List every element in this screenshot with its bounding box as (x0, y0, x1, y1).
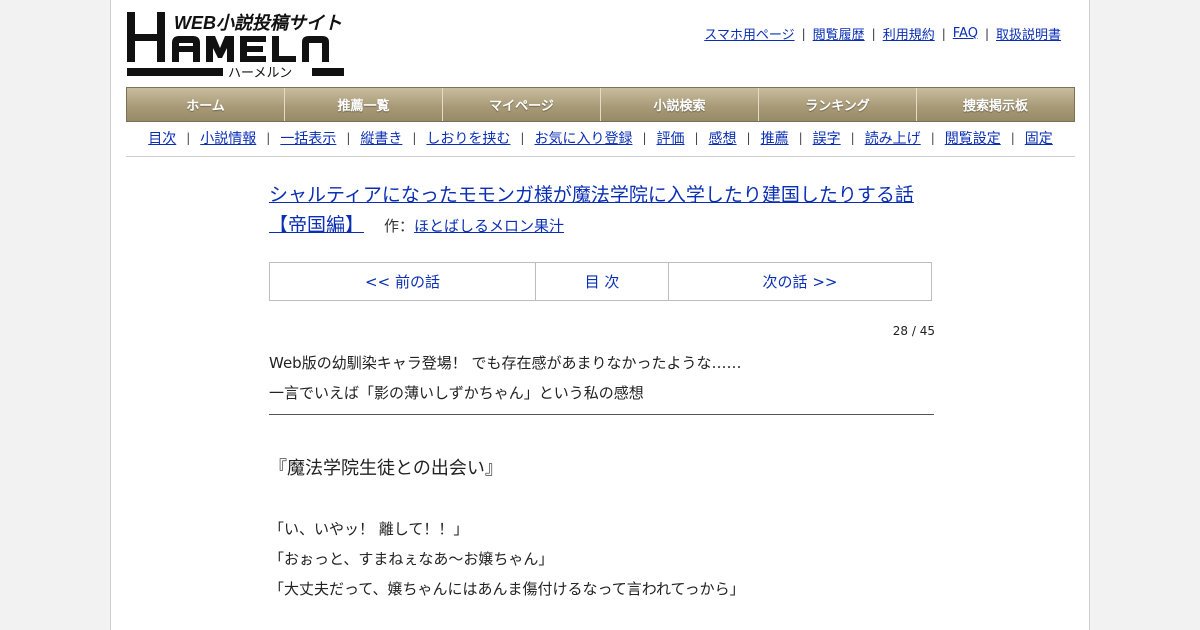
foreword: Web版の幼馴染キャラ登場！ でも存在感があまりなかったような…… 一言でいえば… (269, 348, 934, 415)
link-manual[interactable]: 取扱説明書 (996, 24, 1061, 43)
separator: | (186, 131, 191, 145)
separator: | (941, 26, 946, 41)
subnav-show-all[interactable]: 一括表示 (280, 128, 336, 148)
subnav-read-aloud[interactable]: 読み上げ (865, 128, 921, 148)
novel-content: シャルティアになったモモンガ様が魔法学院に入学したり建国したりする話【帝国編】作… (269, 180, 935, 598)
header-links: スマホ用ページ | 閲覧履歴 | 利用規約 | FAQ | 取扱説明書 (704, 24, 1061, 43)
nav-recommend[interactable]: 推薦一覧 (285, 88, 443, 121)
foreword-line: Web版の幼馴染キャラ登場！ でも存在感があまりなかったような…… (269, 354, 742, 372)
novel-body: 「い、いやッ！ 離して！！」 「おぉっと、すまねぇなあ～お嬢ちゃん」 「大丈夫だ… (269, 514, 745, 604)
prev-episode-link[interactable]: << 前の話 (270, 263, 536, 300)
subnav-rating[interactable]: 評価 (657, 128, 685, 148)
body-line: 「おぉっと、すまねぇなあ～お嬢ちゃん」 (269, 550, 554, 568)
episode-count: 28 / 45 (892, 324, 935, 338)
next-episode-link[interactable]: 次の話 >> (669, 263, 931, 300)
separator: | (266, 131, 271, 145)
link-smartphone[interactable]: スマホ用ページ (704, 24, 794, 43)
body-line: 「い、いやッ！ 離して！！」 (269, 520, 469, 538)
subnav-comments[interactable]: 感想 (709, 128, 737, 148)
nav-ranking[interactable]: ランキング (759, 88, 917, 121)
subnav-typo[interactable]: 誤字 (813, 128, 841, 148)
nav-mypage[interactable]: マイページ (443, 88, 601, 121)
main-nav: ホーム 推薦一覧 マイページ 小説検索 ランキング 捜索掲示板 (126, 87, 1075, 122)
site-logo[interactable]: WEB小説投稿サイト ハーメルン (126, 10, 346, 80)
link-faq[interactable]: FAQ (953, 26, 978, 41)
subnav-vertical[interactable]: 縦書き (360, 128, 402, 148)
separator: | (412, 131, 417, 145)
body-line: 「大丈夫だって、嬢ちゃんにはあんま傷付けるなって言われてっから」 (269, 580, 745, 598)
chapter-title: 『魔法学院生徒との出会い』 (269, 458, 503, 479)
subnav-bookmark[interactable]: しおりを挟む (426, 128, 510, 148)
separator: | (346, 131, 351, 145)
author-prefix: 作： (384, 217, 415, 235)
nav-board[interactable]: 捜索掲示板 (917, 88, 1074, 121)
separator: | (930, 131, 935, 145)
foreword-line: 一言でいえば「影の薄いしずかちゃん」という私の感想 (269, 384, 644, 402)
author-link[interactable]: ほとばしるメロン果汁 (414, 217, 564, 235)
link-terms[interactable]: 利用規約 (883, 24, 935, 43)
separator: | (694, 131, 699, 145)
separator: | (746, 131, 751, 145)
separator: | (642, 131, 647, 145)
novel-header: シャルティアになったモモンガ様が魔法学院に入学したり建国したりする話【帝国編】作… (269, 180, 935, 241)
subnav-novel-info[interactable]: 小説情報 (200, 128, 256, 148)
nav-search[interactable]: 小説検索 (601, 88, 759, 121)
nav-home[interactable]: ホーム (127, 88, 285, 121)
novel-title-link[interactable]: シャルティアになったモモンガ様が魔法学院に入学したり建国したりする話【帝国編】 (269, 184, 914, 236)
toc-link[interactable]: 目 次 (536, 263, 669, 300)
subnav-favorite[interactable]: お気に入り登録 (534, 128, 632, 148)
subnav-recommend[interactable]: 推薦 (761, 128, 789, 148)
novel-subnav: 目次 | 小説情報 | 一括表示 | 縦書き | しおりを挟む | お気に入り登… (126, 128, 1075, 157)
logo-tagline: WEB小説投稿サイト (174, 13, 342, 33)
logo-kana: ハーメルン (228, 65, 292, 80)
link-history[interactable]: 閲覧履歴 (813, 24, 865, 43)
subnav-toc[interactable]: 目次 (148, 128, 176, 148)
separator: | (1010, 131, 1015, 145)
separator: | (850, 131, 855, 145)
separator: | (984, 26, 989, 41)
page-container: WEB小説投稿サイト ハーメルン スマホ用ページ | 閲覧履歴 | 利用規約 |… (110, 0, 1090, 630)
separator: | (871, 26, 876, 41)
subnav-view-settings[interactable]: 閲覧設定 (945, 128, 1001, 148)
subnav-pin[interactable]: 固定 (1025, 128, 1053, 148)
episode-pager: << 前の話 目 次 次の話 >> (269, 262, 932, 301)
separator: | (801, 26, 806, 41)
separator: | (798, 131, 803, 145)
author-line: 作：ほとばしるメロン果汁 (384, 217, 564, 235)
separator: | (520, 131, 525, 145)
